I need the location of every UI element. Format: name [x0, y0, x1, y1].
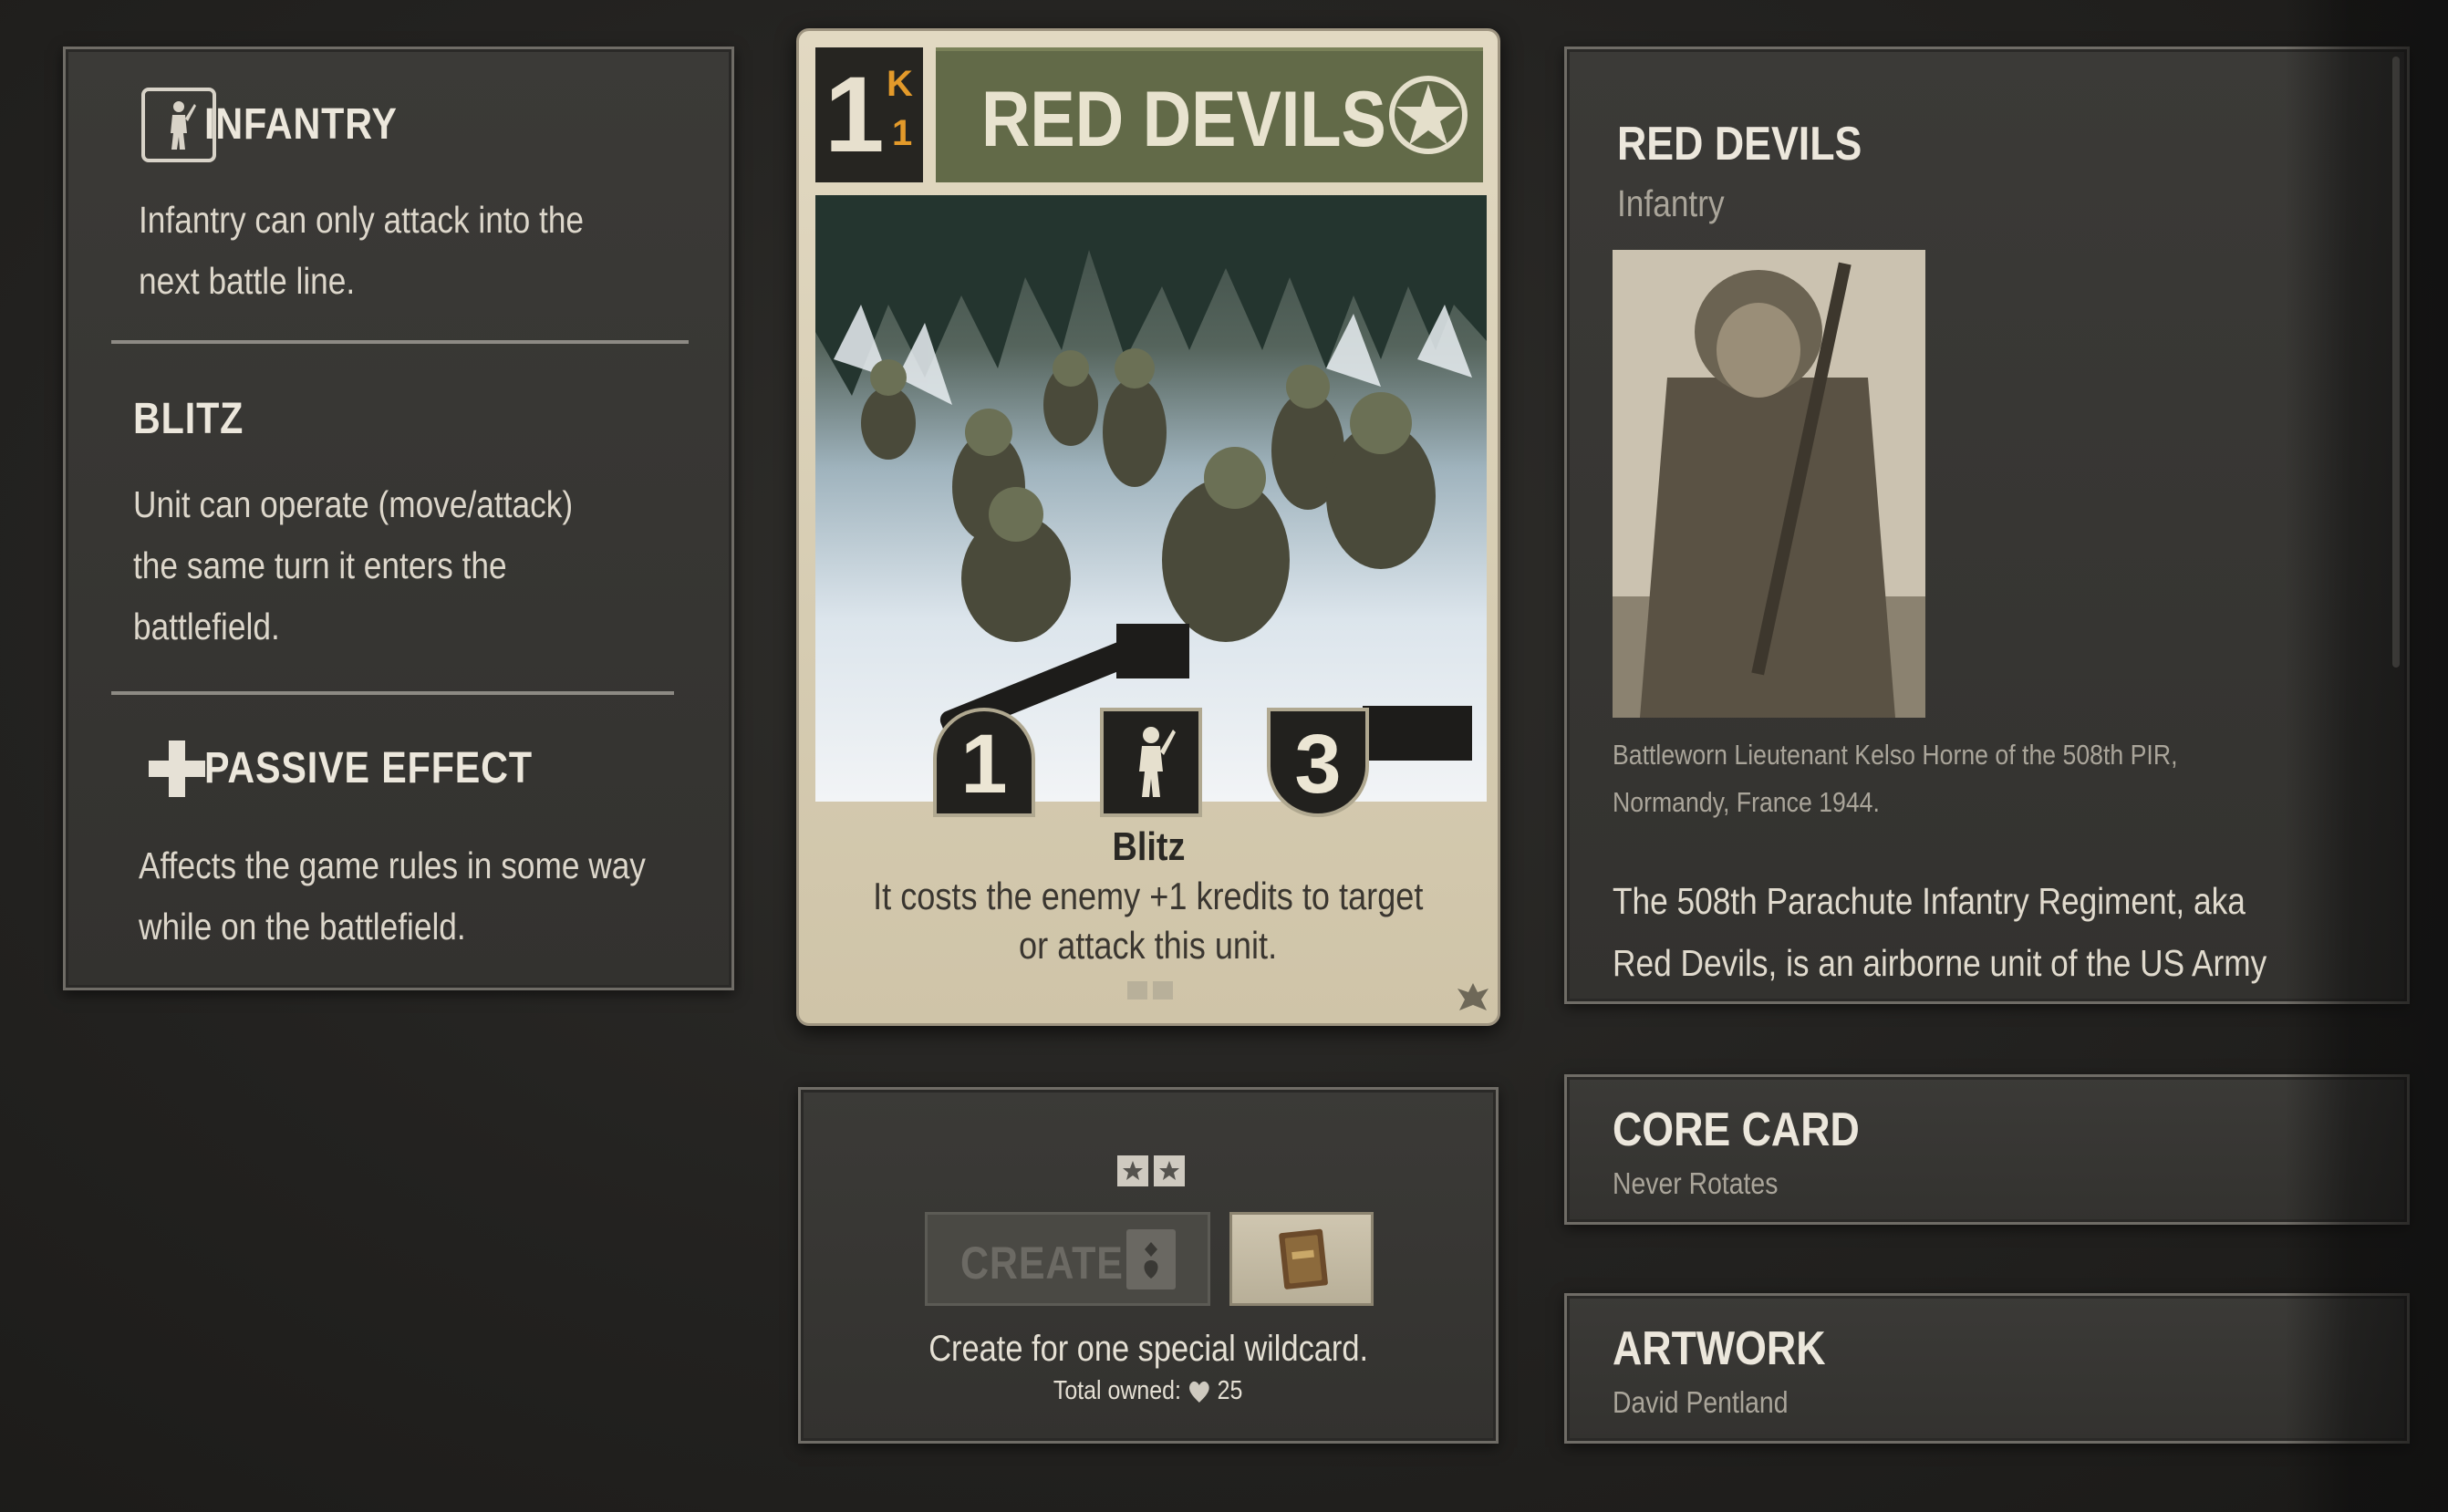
faction-eagle-icon [1456, 979, 1490, 1016]
card-info-panel[interactable]: RED DEVILS Infantry Battleworn Lieutenan… [1564, 47, 2410, 1004]
unit-card[interactable]: 1 K 1 RED DEVILS 1 3 Blitz It costs the … [796, 28, 1500, 1026]
description-line: The 508th Parachute Infantry Regiment, a… [1613, 880, 2246, 922]
owned-row: Total owned: 25 [1053, 1376, 1242, 1406]
keyword-text-line: battlefield. [133, 606, 280, 647]
unit-type-badge [1100, 708, 1202, 817]
background-edge [2285, 0, 2448, 1512]
description-line: Red Devils, is an airborne unit of the U… [1613, 942, 2267, 984]
owned-count: 25 [1217, 1376, 1243, 1405]
keyword-title-passive: PASSIVE EFFECT [204, 744, 533, 792]
infantry-icon [1139, 727, 1176, 797]
create-description: Create for one special wildcard. [928, 1329, 1368, 1369]
artwork-panel: ARTWORK David Pentland [1564, 1293, 2410, 1444]
photo-caption-line: Battleworn Lieutenant Kelso Horne of the… [1613, 739, 2178, 771]
defense-value: 3 [1294, 718, 1342, 811]
plus-icon [147, 739, 207, 799]
keyword-text-line: Unit can operate (move/attack) [133, 483, 574, 525]
card-back-icon [1279, 1228, 1328, 1289]
core-card-subtitle: Never Rotates [1613, 1166, 1779, 1200]
card-name: RED DEVILS [981, 76, 1386, 163]
defense-badge: 3 [1267, 708, 1369, 817]
artwork-title: ARTWORK [1613, 1322, 1826, 1375]
divider [111, 691, 674, 695]
wildcard-button[interactable] [1229, 1212, 1374, 1306]
create-panel: CREATE Create for one special wildcard. … [798, 1087, 1499, 1444]
keyword-title-blitz: BLITZ [133, 395, 244, 443]
info-title: RED DEVILS [1617, 118, 1862, 171]
operation-cost: 1 [892, 113, 913, 153]
keyword-text-line: the same turn it enters the [133, 544, 507, 586]
ability-text-line: or attack this unit. [1019, 924, 1278, 967]
artist-name: David Pentland [1613, 1385, 1789, 1419]
keyword-text-line: Affects the game rules in some way [139, 844, 646, 886]
rarity-stars-icon [1115, 1154, 1187, 1190]
rarity-icon [1125, 979, 1177, 999]
keyword-text-line: next battle line. [139, 260, 356, 302]
wildcard-icon [1126, 1229, 1176, 1289]
core-card-panel: CORE CARD Never Rotates [1564, 1074, 2410, 1225]
create-button[interactable]: CREATE [925, 1212, 1210, 1306]
keyword-text-line: while on the battlefield. [139, 906, 466, 948]
kredit-cost: 1 [825, 55, 885, 175]
keyword-panel: INFANTRY Infantry can only attack into t… [63, 47, 734, 990]
historical-photo [1613, 250, 1925, 718]
ability-text-line: It costs the enemy +1 kredits to target [873, 875, 1424, 917]
star-icon [1386, 73, 1470, 157]
photo-caption-line: Normandy, France 1944. [1613, 786, 1880, 818]
ability-name: Blitz [1112, 824, 1185, 869]
info-subtitle: Infantry [1617, 182, 1725, 224]
core-card-title: CORE CARD [1613, 1103, 1860, 1156]
attack-badge: 1 [933, 708, 1035, 817]
cost-box: 1 K 1 [815, 47, 923, 182]
keyword-title-infantry: INFANTRY [204, 100, 398, 149]
create-button-label: CREATE [960, 1238, 1124, 1289]
keyword-text-line: Infantry can only attack into the [139, 199, 585, 241]
attack-value: 1 [960, 718, 1008, 811]
heart-icon [1189, 1382, 1209, 1403]
kredit-symbol: K [887, 64, 913, 104]
divider [111, 340, 689, 344]
card-name-bar: RED DEVILS [936, 47, 1483, 182]
owned-label: Total owned: [1053, 1376, 1182, 1405]
